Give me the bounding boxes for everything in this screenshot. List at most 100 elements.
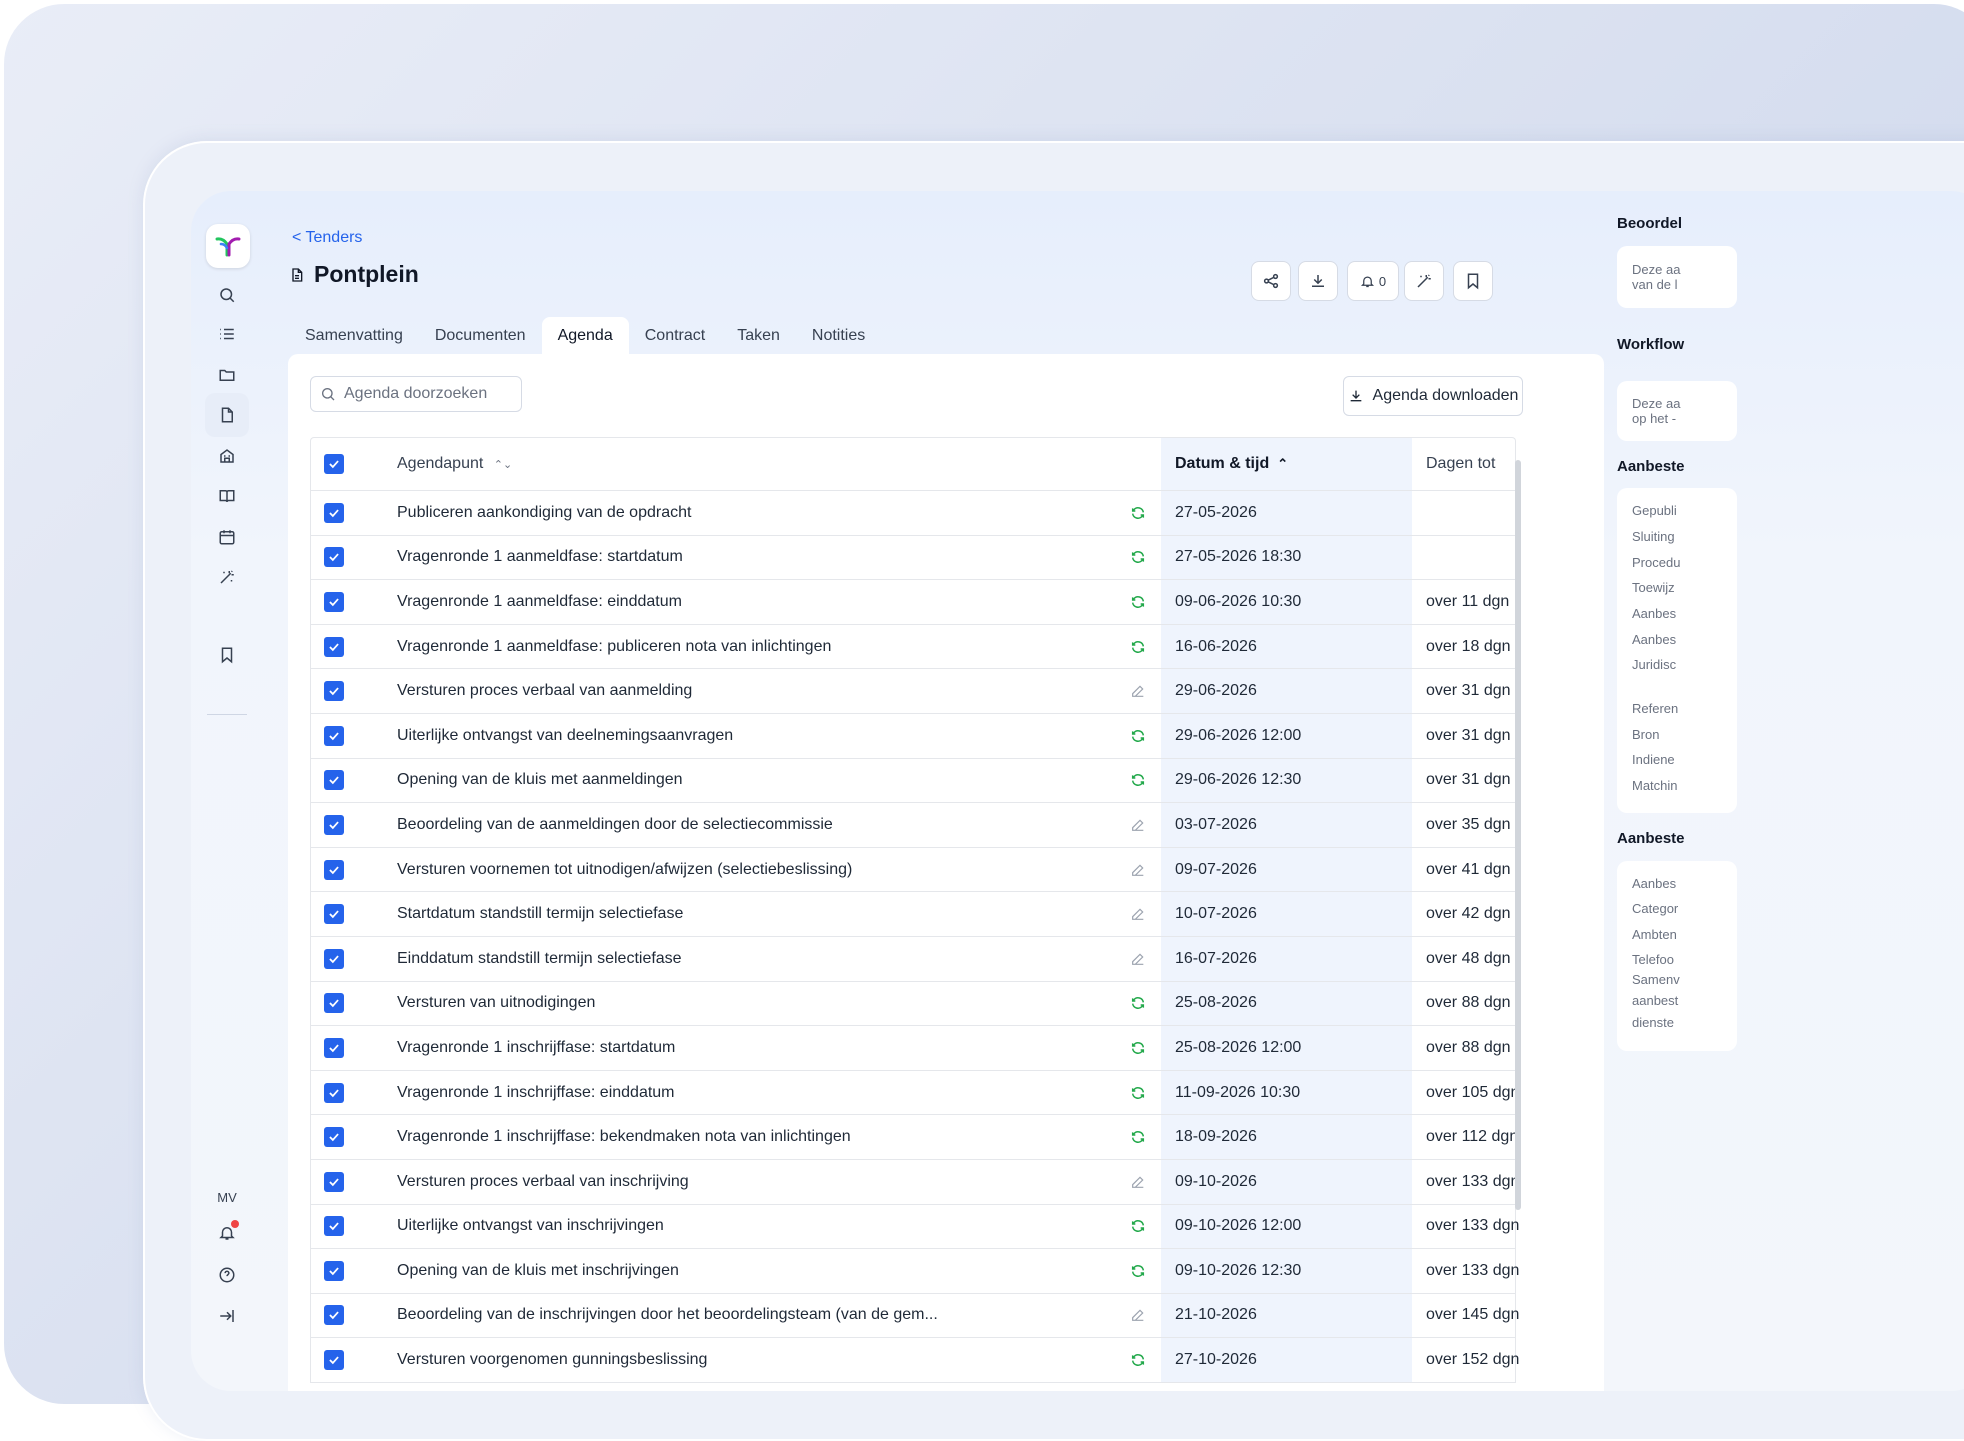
row-status-icon-cell[interactable] bbox=[1115, 906, 1161, 922]
row-checkbox[interactable] bbox=[324, 1171, 344, 1192]
download-button[interactable] bbox=[1298, 261, 1338, 301]
magic-wand-button[interactable] bbox=[1404, 261, 1444, 301]
row-checkbox[interactable] bbox=[324, 993, 344, 1014]
agenda-item-date: 16-07-2026 bbox=[1161, 936, 1412, 981]
table-row[interactable]: Startdatum standstill termijn selectiefa… bbox=[311, 892, 1515, 937]
row-checkbox[interactable] bbox=[324, 814, 344, 835]
table-row[interactable]: Vragenronde 1 inschrijffase: einddatum 11… bbox=[311, 1070, 1519, 1116]
row-status-icon-cell[interactable] bbox=[1115, 1307, 1161, 1323]
table-row[interactable]: Beoordeling van de inschrijvingen door h… bbox=[311, 1293, 1519, 1339]
agenda-item-name: Versturen van uitnodigingen bbox=[397, 994, 596, 1012]
tab-documenten[interactable]: Documenten bbox=[419, 317, 542, 355]
tab-samenvatting[interactable]: Samenvatting bbox=[289, 317, 419, 355]
table-row[interactable]: Publiceren aankondiging van de opdracht 2… bbox=[311, 491, 1515, 536]
row-checkbox[interactable] bbox=[324, 1216, 344, 1237]
row-status-icon-cell[interactable] bbox=[1115, 951, 1161, 967]
table-row[interactable]: Vragenronde 1 inschrijffase: startdatum 2… bbox=[311, 1026, 1515, 1071]
row-status-icon-cell[interactable] bbox=[1115, 683, 1161, 699]
column-header-datum[interactable]: Datum & tijd ⌃ bbox=[1161, 438, 1412, 490]
back-link-tenders[interactable]: < Tenders bbox=[292, 229, 362, 247]
notifications-button[interactable]: 0 bbox=[1347, 261, 1399, 301]
user-avatar[interactable]: MV bbox=[191, 1190, 263, 1205]
row-checkbox[interactable] bbox=[324, 502, 344, 523]
column-header-dagen-tot[interactable]: Dagen tot bbox=[1412, 455, 1575, 473]
table-row[interactable]: Opening van de kluis met inschrijvingen 0… bbox=[311, 1249, 1519, 1294]
table-row[interactable]: Vragenronde 1 aanmeldfase: einddatum 09-0… bbox=[311, 580, 1515, 625]
table-row[interactable]: Versturen voorgenomen gunningsbeslissing… bbox=[311, 1338, 1519, 1383]
row-checkbox[interactable] bbox=[324, 1305, 344, 1326]
table-row[interactable]: Vragenronde 1 aanmeldfase: publiceren no… bbox=[311, 624, 1515, 670]
agenda-item-days-until: over 105 dgn bbox=[1426, 1083, 1520, 1101]
table-row[interactable]: Versturen van uitnodigingen 25-08-2026 ove… bbox=[311, 981, 1515, 1027]
row-checkbox[interactable] bbox=[324, 636, 344, 657]
row-status-icon-cell[interactable] bbox=[1115, 728, 1161, 744]
help-icon[interactable] bbox=[205, 1253, 249, 1297]
agenda-item-days-until: over 31 dgn bbox=[1426, 726, 1511, 744]
row-status-icon-cell[interactable] bbox=[1115, 1263, 1161, 1279]
table-row[interactable]: Versturen voornemen tot uitnodigen/afwij… bbox=[311, 847, 1515, 893]
building-icon[interactable] bbox=[205, 434, 249, 478]
row-checkbox[interactable] bbox=[324, 1082, 344, 1103]
app-logo[interactable] bbox=[206, 224, 250, 268]
row-checkbox[interactable] bbox=[324, 1127, 344, 1148]
table-row[interactable]: Uiterlijke ontvangst van deelnemingsaanv… bbox=[311, 713, 1515, 759]
row-checkbox[interactable] bbox=[324, 904, 344, 925]
table-scrollbar[interactable] bbox=[1514, 445, 1522, 1385]
tab-agenda[interactable]: Agenda bbox=[541, 317, 629, 355]
list-icon[interactable] bbox=[205, 312, 249, 356]
column-header-agendapunt[interactable]: Agendapunt ⌃⌄ bbox=[397, 455, 1115, 473]
scrollbar-thumb[interactable] bbox=[1515, 460, 1521, 1210]
row-status-icon-cell[interactable] bbox=[1115, 594, 1161, 610]
table-row[interactable]: Uiterlijke ontvangst van inschrijvingen 0… bbox=[311, 1204, 1519, 1250]
logout-icon[interactable] bbox=[205, 1294, 249, 1338]
row-status-icon-cell[interactable] bbox=[1115, 995, 1161, 1011]
row-status-icon-cell[interactable] bbox=[1115, 862, 1161, 878]
folder-icon[interactable] bbox=[205, 353, 249, 397]
table-row[interactable]: Vragenronde 1 aanmeldfase: startdatum 27-… bbox=[311, 535, 1515, 581]
tab-contract[interactable]: Contract bbox=[629, 317, 721, 355]
tab-notities[interactable]: Notities bbox=[796, 317, 881, 355]
row-checkbox[interactable] bbox=[324, 681, 344, 702]
row-checkbox[interactable] bbox=[324, 770, 344, 791]
row-checkbox[interactable] bbox=[324, 725, 344, 746]
calendar-icon[interactable] bbox=[205, 515, 249, 559]
table-row[interactable]: Versturen proces verbaal van inschrijvin… bbox=[311, 1159, 1519, 1205]
table-row[interactable]: Vragenronde 1 inschrijffase: bekendmaken… bbox=[311, 1115, 1518, 1160]
tab-taken[interactable]: Taken bbox=[721, 317, 796, 355]
row-checkbox[interactable] bbox=[324, 859, 344, 880]
select-all-checkbox[interactable] bbox=[324, 454, 344, 474]
bookmark-icon[interactable] bbox=[205, 633, 249, 677]
document-icon[interactable] bbox=[205, 393, 249, 437]
row-status-icon-cell[interactable] bbox=[1115, 639, 1161, 655]
row-status-icon-cell[interactable] bbox=[1115, 1040, 1161, 1056]
row-status-icon-cell[interactable] bbox=[1115, 1218, 1161, 1234]
download-agenda-button[interactable]: Agenda downloaden bbox=[1343, 376, 1523, 416]
search-icon[interactable] bbox=[205, 273, 249, 317]
row-status-icon-cell[interactable] bbox=[1115, 772, 1161, 788]
row-checkbox[interactable] bbox=[324, 547, 344, 568]
search-input[interactable] bbox=[342, 384, 516, 404]
book-icon[interactable] bbox=[205, 474, 249, 518]
magic-wand-icon[interactable] bbox=[205, 555, 249, 599]
row-checkbox[interactable] bbox=[324, 948, 344, 969]
row-status-icon-cell[interactable] bbox=[1115, 1085, 1161, 1101]
share-button[interactable] bbox=[1251, 261, 1291, 301]
row-checkbox-cell bbox=[291, 547, 377, 568]
row-checkbox[interactable] bbox=[324, 591, 344, 612]
row-checkbox[interactable] bbox=[324, 1350, 344, 1371]
agenda-item-days-until: over 18 dgn bbox=[1426, 637, 1511, 655]
table-row[interactable]: Versturen proces verbaal van aanmelding 2… bbox=[311, 669, 1515, 714]
bookmark-button[interactable] bbox=[1453, 261, 1493, 301]
row-status-icon-cell[interactable] bbox=[1115, 549, 1161, 565]
table-row[interactable]: Beoordeling van de aanmeldingen door de … bbox=[311, 803, 1515, 848]
row-status-icon-cell[interactable] bbox=[1115, 505, 1161, 521]
table-row[interactable]: Opening van de kluis met aanmeldingen 29-… bbox=[311, 758, 1515, 804]
bell-icon[interactable] bbox=[205, 1211, 249, 1255]
row-checkbox[interactable] bbox=[324, 1037, 344, 1058]
table-row[interactable]: Einddatum standstill termijn selectiefas… bbox=[311, 936, 1515, 982]
row-status-icon-cell[interactable] bbox=[1115, 817, 1161, 833]
row-checkbox[interactable] bbox=[324, 1260, 344, 1281]
row-status-icon-cell[interactable] bbox=[1115, 1129, 1161, 1145]
row-status-icon-cell[interactable] bbox=[1115, 1174, 1161, 1190]
row-status-icon-cell[interactable] bbox=[1115, 1352, 1161, 1368]
